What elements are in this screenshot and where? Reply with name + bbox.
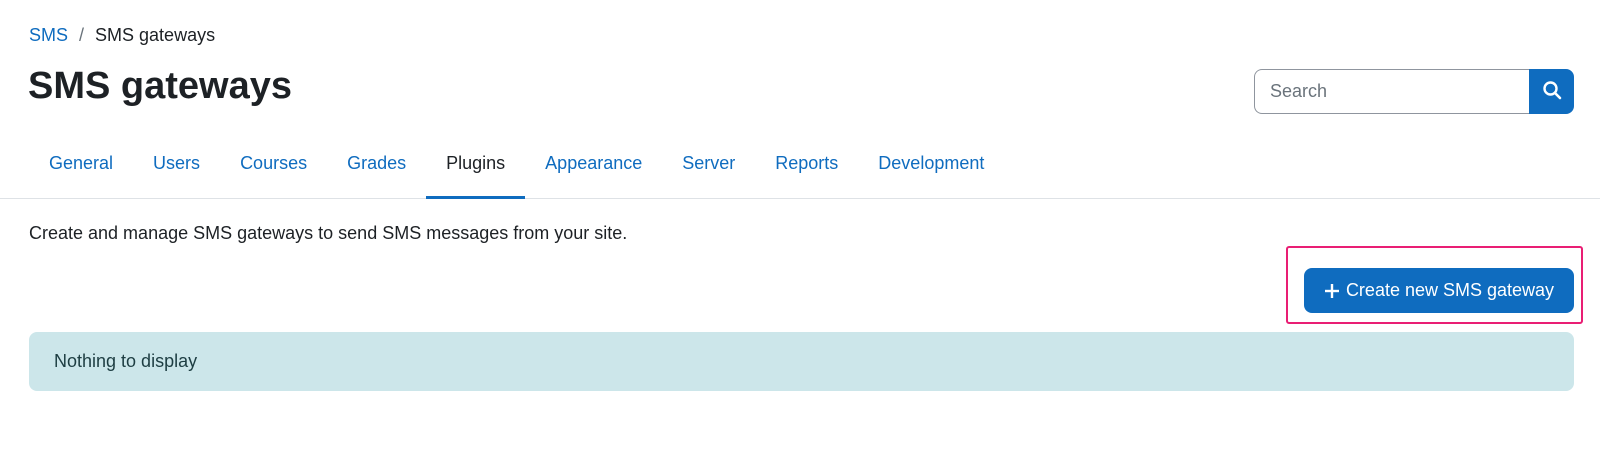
tab-general[interactable]: General <box>29 128 133 198</box>
search-icon <box>1542 80 1562 103</box>
search-form <box>1254 69 1574 114</box>
tab-appearance[interactable]: Appearance <box>525 128 662 198</box>
page-description: Create and manage SMS gateways to send S… <box>29 223 628 243</box>
page-title: SMS gateways <box>28 65 292 107</box>
tab-reports[interactable]: Reports <box>755 128 858 198</box>
tab-plugins[interactable]: Plugins <box>426 128 526 199</box>
page: SMS / SMS gateways SMS gateways General … <box>0 0 1600 459</box>
breadcrumb: SMS / SMS gateways <box>29 24 215 46</box>
tab-courses[interactable]: Courses <box>220 128 327 198</box>
create-sms-gateway-button[interactable]: Create new SMS gateway <box>1304 268 1574 313</box>
tab-grades[interactable]: Grades <box>327 128 426 198</box>
admin-tabs: General Users Courses Grades Plugins App… <box>0 128 1600 199</box>
empty-notice: Nothing to display <box>29 332 1574 391</box>
search-button[interactable] <box>1529 69 1574 114</box>
breadcrumb-separator: / <box>79 25 85 45</box>
tab-users[interactable]: Users <box>133 128 220 198</box>
search-input[interactable] <box>1254 69 1530 114</box>
plus-icon <box>1324 283 1340 299</box>
empty-notice-text: Nothing to display <box>54 351 198 371</box>
create-button-label: Create new SMS gateway <box>1345 280 1555 300</box>
tab-server[interactable]: Server <box>662 128 755 198</box>
breadcrumb-current: SMS gateways <box>95 25 216 45</box>
tab-development[interactable]: Development <box>858 128 1004 198</box>
breadcrumb-link-sms[interactable]: SMS <box>29 24 68 46</box>
